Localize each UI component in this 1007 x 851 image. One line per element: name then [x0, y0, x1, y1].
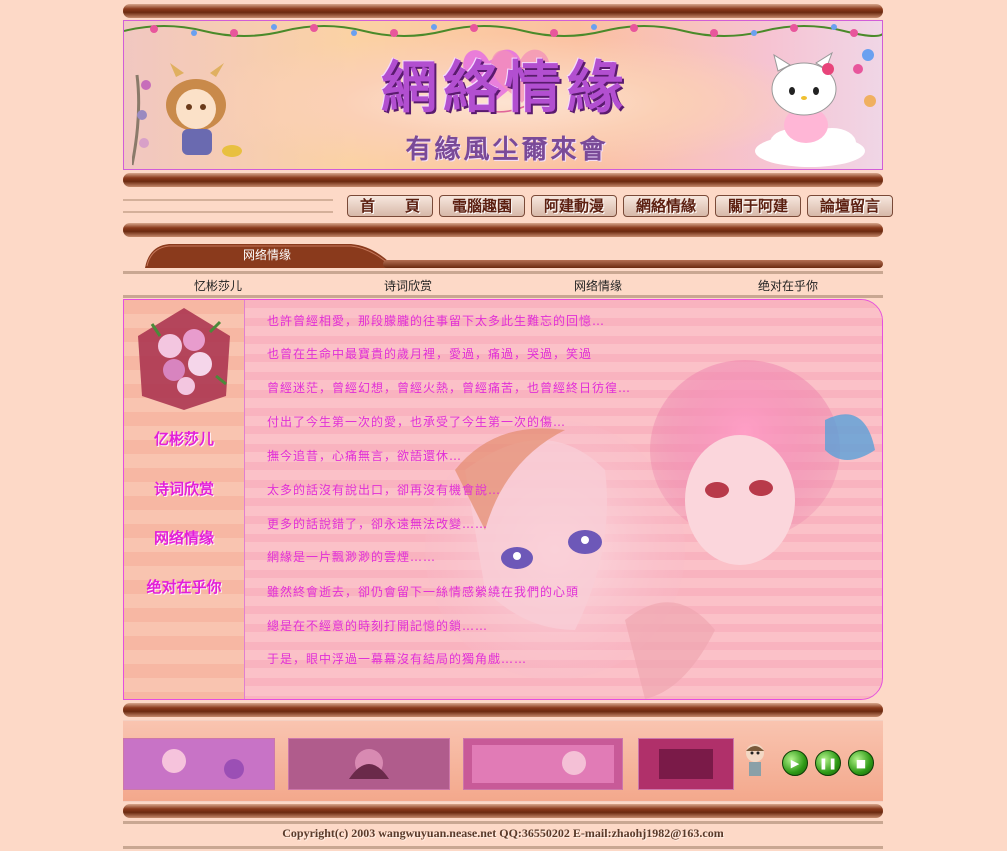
sub-navigation: 忆彬莎儿 诗词欣赏 网络情缘 绝对在乎你 — [123, 277, 883, 295]
poem-line: 總是在不經意的時刻打開記憶的鎖…… — [267, 619, 489, 633]
nav-button-home[interactable]: 首 頁 — [347, 195, 433, 217]
sub-link-poetry[interactable]: 诗词欣赏 — [313, 277, 503, 295]
divider-bar-4 — [123, 804, 883, 818]
banner-subtitle: 有緣風尘爾來會 — [405, 135, 609, 165]
poem-line: 太多的話沒有說出口，卻再沒有機會說… — [267, 483, 502, 497]
section-tab-rule — [383, 260, 883, 268]
poem-line: 也曾在生命中最寶貴的歲月裡，愛過，痛過，哭過，笑過 — [267, 347, 593, 361]
nav-button-about[interactable]: 關于阿建 — [715, 195, 801, 217]
sub-link-care[interactable]: 绝对在乎你 — [693, 277, 883, 295]
main-navigation: 首 頁 電腦趣園 阿建動漫 網絡情緣 關于阿建 論壇留言 — [123, 189, 893, 221]
poem-line: 雖然終會逝去，卻仍會留下一絲情感縈繞在我們的心頭 — [267, 585, 580, 599]
poem-area: 也許曾經相愛，那段朦朧的往事留下太多此生難忘的回憶… 也曾在生命中最寶貴的歲月裡… — [245, 300, 882, 699]
thin-rule — [123, 271, 883, 274]
thumbnail-image-1[interactable] — [123, 738, 275, 790]
poem-line: 曾經迷茫，曾經幻想，曾經火熱，曾經痛苦，也曾經終日彷徨… — [267, 381, 632, 395]
top-divider-bar — [123, 4, 883, 18]
pause-icon[interactable]: ❚❚ — [815, 750, 841, 776]
sidebar-item-poetry[interactable]: 诗词欣赏 — [124, 478, 244, 499]
thumbnail-image-2[interactable] — [288, 738, 450, 790]
section-tab-bar: 网络情缘 — [123, 238, 883, 272]
nav-rule — [123, 199, 333, 201]
poem-line: 付出了今生第一次的愛，也承受了今生第一次的傷… — [267, 415, 567, 429]
anime-girl-illustration — [132, 63, 242, 166]
hello-kitty-illustration — [755, 49, 876, 167]
flower-bouquet-image — [138, 308, 230, 410]
nav-button-forum[interactable]: 論壇留言 — [807, 195, 893, 217]
nav-rule — [123, 211, 333, 213]
nav-button-romance[interactable]: 網絡情緣 — [623, 195, 709, 217]
thin-rule — [123, 295, 883, 298]
content-panel: 亿彬莎儿 诗词欣赏 网络情缘 绝对在乎你 也許曾經相愛，那段朦朧的往事留下太多此… — [123, 299, 883, 700]
sub-link-romance[interactable]: 网络情缘 — [503, 277, 693, 295]
section-tab-label: 网络情缘 — [243, 248, 292, 262]
music-player-strip: ▶ ❚❚ ■ — [123, 720, 883, 802]
sub-link-yibin[interactable]: 忆彬莎儿 — [123, 277, 313, 295]
thin-rule — [123, 821, 883, 824]
stop-icon[interactable]: ■ — [848, 750, 874, 776]
thumbnail-image-3[interactable] — [463, 738, 623, 790]
play-icon[interactable]: ▶ — [782, 750, 808, 776]
copyright-text: Copyright(c) 2003 wangwuyuan.nease.net Q… — [282, 826, 724, 840]
poem-line: 也許曾經相愛，那段朦朧的往事留下太多此生難忘的回憶… — [267, 314, 606, 328]
divider-bar-1 — [123, 173, 883, 187]
sidebar-item-romance[interactable]: 网络情缘 — [124, 527, 244, 548]
divider-bar-2 — [123, 223, 883, 237]
nav-button-computer[interactable]: 電腦趣園 — [439, 195, 525, 217]
page: 網絡情緣 有緣風尘爾來會 首 頁 電腦趣園 阿建動漫 網絡情緣 關于阿建 論壇留… — [123, 0, 893, 851]
nav-button-anime[interactable]: 阿建動漫 — [531, 195, 617, 217]
sidebar-item-care[interactable]: 绝对在乎你 — [124, 576, 244, 597]
poem-line: 網緣是一片飄渺渺的雲煙…… — [267, 550, 437, 564]
sidebar: 亿彬莎儿 诗词欣赏 网络情缘 绝对在乎你 — [124, 300, 245, 699]
thumbnail-image-4[interactable] — [638, 738, 734, 790]
poem-line: 撫今追昔，心痛無言，欲語還休… — [267, 449, 463, 463]
poem-line: 更多的話說錯了，卻永遠無法改變…… — [267, 517, 489, 531]
poem-line: 于是，眼中浮過一幕幕沒有結局的獨角戲…… — [267, 652, 528, 666]
banner-title: 網絡情緣 — [381, 55, 629, 121]
thin-rule — [123, 846, 883, 849]
sidebar-item-yibin[interactable]: 亿彬莎儿 — [124, 428, 244, 449]
flower-vine-decoration — [124, 24, 882, 37]
chibi-character-icon — [746, 744, 764, 776]
divider-bar-3 — [123, 703, 883, 717]
header-banner: 網絡情緣 有緣風尘爾來會 — [123, 20, 883, 170]
